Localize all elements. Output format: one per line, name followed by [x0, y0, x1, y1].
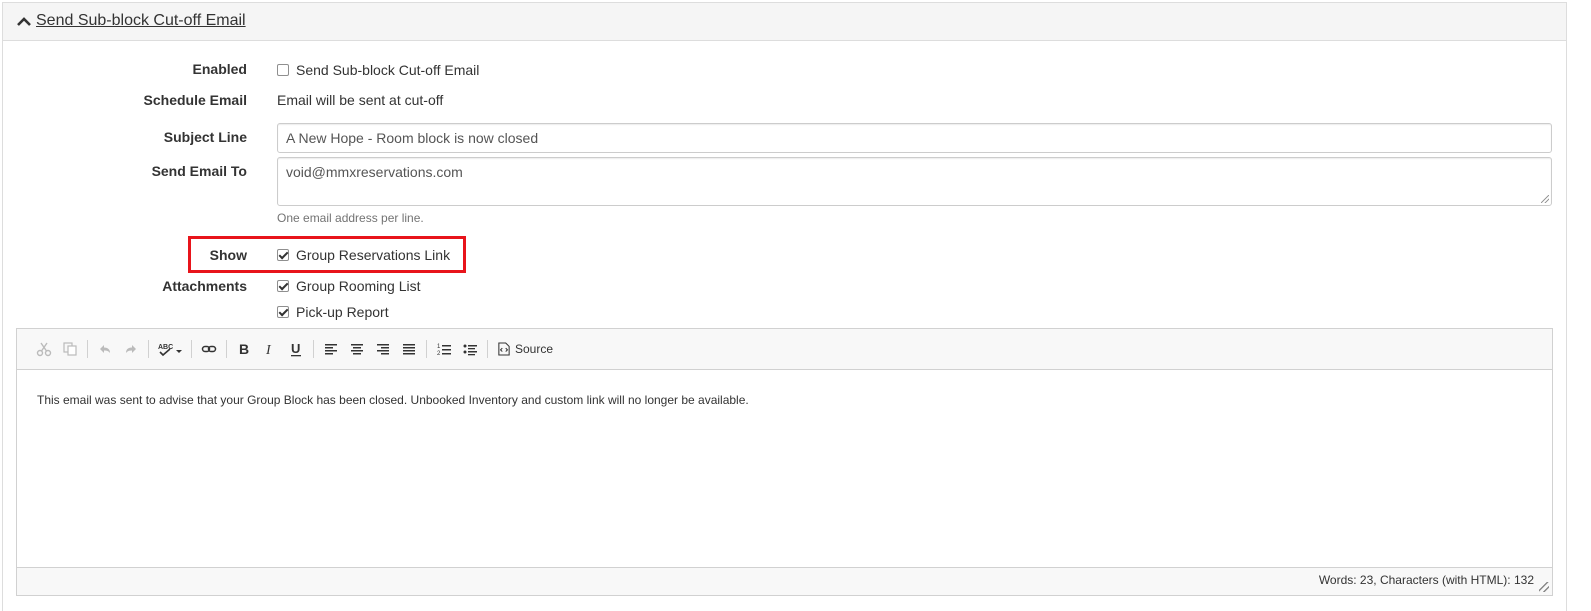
- send-email-to-value: void@mmxreservations.com: [286, 164, 463, 180]
- copy-icon: [63, 342, 77, 356]
- enabled-checkbox[interactable]: [277, 64, 289, 76]
- bold-icon: B: [239, 341, 249, 357]
- editor-content-text: This email was sent to advise that your …: [37, 393, 749, 407]
- send-email-to-help: One email address per line.: [277, 211, 424, 225]
- svg-text:ABC: ABC: [158, 344, 173, 351]
- textarea-resize-handle[interactable]: [1541, 195, 1549, 203]
- align-justify-icon: [403, 344, 415, 355]
- italic-icon: I: [265, 343, 272, 357]
- bullet-list-icon: [463, 344, 477, 356]
- toolbar-separator: [313, 340, 314, 358]
- send-email-to-textarea[interactable]: void@mmxreservations.com: [277, 157, 1552, 206]
- rich-text-editor: ABC B I U 12 Source This email was sent …: [16, 328, 1553, 596]
- schedule-email-value: Email will be sent at cut-off: [277, 92, 444, 108]
- panel-title: Send Sub-block Cut-off Email: [36, 12, 246, 29]
- bullet-list-button[interactable]: [457, 337, 483, 361]
- align-left-icon: [325, 344, 337, 355]
- undo-button[interactable]: [92, 337, 118, 361]
- toolbar-separator: [87, 340, 88, 358]
- group-rooming-list-checkbox[interactable]: [277, 280, 289, 292]
- align-center-icon: [351, 344, 363, 355]
- toolbar-separator: [487, 340, 488, 358]
- toolbar-separator: [426, 340, 427, 358]
- svg-text:I: I: [265, 343, 272, 357]
- attachment-row-pickup-report[interactable]: Pick-up Report: [277, 304, 389, 320]
- pick-up-report-checkbox[interactable]: [277, 306, 289, 318]
- group-reservations-link-checkbox[interactable]: [277, 249, 289, 261]
- underline-icon: U: [291, 341, 301, 357]
- send-email-to-label: Send Email To: [151, 163, 247, 179]
- align-right-button[interactable]: [370, 337, 396, 361]
- align-center-button[interactable]: [344, 337, 370, 361]
- show-checkbox-row[interactable]: Group Reservations Link: [277, 247, 450, 263]
- toolbar-separator: [226, 340, 227, 358]
- editor-content-area[interactable]: This email was sent to advise that your …: [17, 370, 1552, 568]
- subject-line-input[interactable]: A New Hope - Room block is now closed: [277, 123, 1552, 153]
- attachments-label: Attachments: [162, 278, 247, 294]
- attachment-row-rooming-list[interactable]: Group Rooming List: [277, 278, 421, 294]
- svg-text:2: 2: [437, 351, 441, 357]
- align-justify-button[interactable]: [396, 337, 422, 361]
- subject-line-label: Subject Line: [163, 129, 247, 145]
- enabled-label: Enabled: [192, 61, 247, 77]
- spellcheck-button[interactable]: ABC: [153, 337, 187, 361]
- group-rooming-list-label[interactable]: Group Rooming List: [296, 278, 421, 294]
- numbered-list-icon: 12: [437, 344, 451, 357]
- word-count-status: Words: 23, Characters (with HTML): 132: [1318, 573, 1534, 587]
- panel-heading: Send Sub-block Cut-off Email: [3, 3, 1566, 41]
- toolbar-separator: [191, 340, 192, 358]
- bold-button[interactable]: B: [231, 337, 257, 361]
- source-icon: [498, 342, 510, 356]
- panel-collapse-toggle[interactable]: Send Sub-block Cut-off Email: [17, 12, 246, 30]
- enabled-checkbox-label[interactable]: Send Sub-block Cut-off Email: [296, 62, 479, 78]
- pick-up-report-label[interactable]: Pick-up Report: [296, 304, 389, 320]
- schedule-email-label: Schedule Email: [143, 92, 247, 108]
- align-right-icon: [377, 344, 389, 355]
- enabled-checkbox-row[interactable]: Send Sub-block Cut-off Email: [277, 62, 479, 78]
- cut-icon: [36, 342, 52, 357]
- chevron-up-icon: [17, 17, 31, 26]
- group-reservations-link-label[interactable]: Group Reservations Link: [296, 247, 450, 263]
- italic-button[interactable]: I: [257, 337, 283, 361]
- link-icon: [201, 345, 217, 353]
- svg-text:U: U: [291, 341, 300, 356]
- source-button[interactable]: Source: [492, 342, 559, 356]
- editor-toolbar: ABC B I U 12 Source: [17, 329, 1552, 370]
- spellcheck-icon: ABC: [158, 344, 182, 357]
- copy-button[interactable]: [57, 337, 83, 361]
- source-label: Source: [515, 342, 554, 356]
- cut-button[interactable]: [31, 337, 57, 361]
- show-label: Show: [209, 247, 247, 263]
- redo-icon: [126, 345, 136, 353]
- toolbar-separator: [148, 340, 149, 358]
- align-left-button[interactable]: [318, 337, 344, 361]
- editor-resize-handle[interactable]: [1539, 582, 1549, 592]
- underline-button[interactable]: U: [283, 337, 309, 361]
- numbered-list-button[interactable]: 12: [431, 337, 457, 361]
- svg-text:B: B: [239, 341, 249, 357]
- link-button[interactable]: [196, 337, 222, 361]
- svg-text:1: 1: [437, 344, 441, 350]
- redo-button[interactable]: [118, 337, 144, 361]
- undo-icon: [100, 345, 110, 353]
- editor-statusbar: Words: 23, Characters (with HTML): 132: [17, 567, 1552, 595]
